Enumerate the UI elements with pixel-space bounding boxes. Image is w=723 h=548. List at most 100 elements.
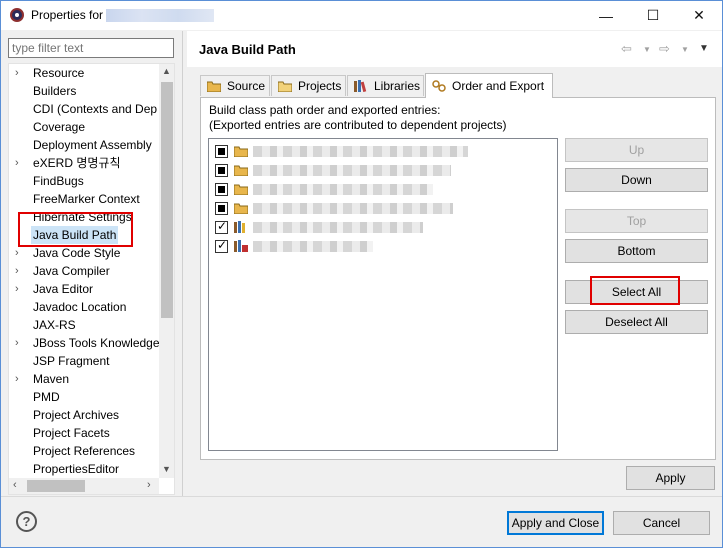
tree-horizontal-scrollbar[interactable]: ‹ ›	[9, 478, 159, 494]
eclipse-icon	[10, 8, 24, 22]
tree-item-label: eXERD 명명규칙	[33, 156, 121, 170]
expand-arrow-icon[interactable]: ›	[15, 334, 25, 352]
tree-item[interactable]: Project Archives	[9, 406, 159, 424]
tree-item-label: Java Editor	[33, 282, 94, 296]
scroll-left-icon[interactable]: ‹	[13, 479, 17, 491]
export-checkbox[interactable]	[215, 219, 228, 234]
tree-item[interactable]: › JBoss Tools Knowledge	[9, 334, 160, 352]
tree-item[interactable]: JSP Fragment	[9, 352, 159, 370]
classpath-entry[interactable]	[215, 237, 555, 255]
close-button[interactable]: ✕	[676, 1, 722, 30]
tree-item[interactable]: Project Facets	[9, 424, 159, 442]
tab-order-and-export[interactable]: Order and Export	[425, 73, 553, 98]
back-dropdown-icon[interactable]: ▼	[643, 45, 651, 54]
tree-item[interactable]: › Resource	[9, 64, 159, 82]
tree-item[interactable]: › Java Compiler	[9, 262, 159, 280]
forward-icon[interactable]: ⇨	[659, 41, 670, 57]
expand-arrow-icon[interactable]: ›	[15, 244, 25, 262]
tab-source-label: Source	[227, 79, 266, 93]
expand-arrow-icon[interactable]: ›	[15, 154, 25, 172]
tree-item-label: Project Archives	[33, 408, 120, 422]
scroll-thumb-horizontal[interactable]	[27, 480, 85, 492]
minimize-button[interactable]: —	[583, 1, 629, 30]
help-icon[interactable]: ?	[16, 511, 37, 532]
export-checkbox[interactable]	[215, 238, 228, 253]
export-checkbox[interactable]	[215, 145, 228, 158]
classpath-entry[interactable]	[215, 142, 555, 160]
tree-item[interactable]: Deployment Assembly	[9, 136, 159, 154]
tree-item[interactable]: Javadoc Location	[9, 298, 159, 316]
redacted-entry-name	[253, 222, 423, 233]
expand-arrow-icon[interactable]: ›	[15, 262, 25, 280]
export-checkbox[interactable]	[215, 164, 228, 177]
redacted-project-name	[106, 9, 214, 22]
expand-arrow-icon[interactable]: ›	[15, 64, 25, 82]
title-bar: Properties for — ☐ ✕	[1, 1, 722, 30]
classpath-entry[interactable]	[215, 161, 555, 179]
tree-item[interactable]: Java Build Path	[9, 226, 159, 244]
tree-item-label: JBoss Tools Knowledge	[33, 336, 160, 350]
back-icon[interactable]: ⇦	[621, 41, 632, 57]
expand-arrow-icon[interactable]: ›	[15, 280, 25, 298]
apply-button[interactable]: Apply	[626, 466, 715, 490]
tab-libraries[interactable]: Libraries	[347, 75, 424, 96]
tab-projects-label: Projects	[298, 79, 342, 93]
up-button[interactable]: Up	[565, 138, 708, 162]
tree-item[interactable]: JAX-RS	[9, 316, 159, 334]
window-title: Properties for	[31, 8, 104, 22]
classpath-entry[interactable]	[215, 199, 555, 217]
tree-item-label: Builders	[33, 84, 77, 98]
tree-item[interactable]: Builders	[9, 82, 159, 100]
tree-item[interactable]: › Maven	[9, 370, 159, 388]
scroll-right-icon[interactable]: ›	[147, 479, 151, 491]
filter-input[interactable]	[8, 38, 174, 58]
classpath-entry[interactable]	[215, 180, 555, 198]
deselect-all-button[interactable]: Deselect All	[565, 310, 708, 334]
down-button[interactable]: Down	[565, 168, 708, 192]
select-all-button[interactable]: Select All	[565, 280, 708, 304]
tree-item[interactable]: FindBugs	[9, 172, 159, 190]
expand-arrow-icon[interactable]: ›	[15, 370, 25, 388]
tree-item-label: Coverage	[33, 120, 86, 134]
tree-item[interactable]: PMD	[9, 388, 159, 406]
tree-item[interactable]: › eXERD 명명규칙	[9, 154, 159, 172]
tree-item[interactable]: Hibernate Settings	[9, 208, 159, 226]
tree-item[interactable]: Project References	[9, 442, 159, 460]
tab-source[interactable]: Source	[200, 75, 270, 96]
tree-vertical-scrollbar[interactable]: ▲ ▼	[159, 64, 174, 478]
scroll-thumb[interactable]	[161, 82, 173, 318]
tree-item[interactable]: FreeMarker Context	[9, 190, 159, 208]
cancel-button[interactable]: Cancel	[613, 511, 710, 535]
tree-item-label: Project References	[33, 444, 136, 458]
footer-divider	[1, 496, 722, 497]
classpath-entry[interactable]	[215, 218, 555, 236]
apply-and-close-button[interactable]: Apply and Close	[507, 511, 604, 535]
tree-item[interactable]: › Java Editor	[9, 280, 159, 298]
tree-item[interactable]: CDI (Contexts and Dep	[9, 100, 159, 118]
tree-item[interactable]: PropertiesEditor	[9, 460, 159, 478]
server-library-icon	[234, 240, 248, 252]
classpath-entry-list[interactable]	[208, 138, 558, 451]
bottom-button[interactable]: Bottom	[565, 239, 708, 263]
scroll-down-icon[interactable]: ▼	[162, 464, 171, 474]
forward-dropdown-icon[interactable]: ▼	[681, 45, 689, 54]
tab-projects[interactable]: Projects	[271, 75, 346, 96]
export-checkbox[interactable]	[215, 202, 228, 215]
tree-item-label: Resource	[33, 66, 85, 80]
scroll-up-icon[interactable]: ▲	[162, 66, 171, 76]
view-menu-icon[interactable]: ▼	[699, 43, 709, 54]
maximize-button[interactable]: ☐	[630, 1, 676, 30]
top-button[interactable]: Top	[565, 209, 708, 233]
tree-item-label: Deployment Assembly	[33, 138, 152, 152]
tree-item[interactable]: › Java Code Style	[9, 244, 159, 262]
source-folder-icon	[233, 202, 249, 215]
export-checkbox[interactable]	[215, 183, 228, 196]
tree-item-label: Java Compiler	[33, 264, 110, 278]
tree-item-label: PMD	[33, 390, 60, 404]
tree-item-label: FreeMarker Context	[33, 192, 140, 206]
tree-item-label: Java Build Path	[31, 226, 119, 244]
panel-divider[interactable]	[182, 31, 183, 496]
tree-item[interactable]: Coverage	[9, 118, 159, 136]
tree-item-label: Project Facets	[33, 426, 110, 440]
tree-item-label: CDI (Contexts and Dep	[33, 102, 158, 116]
